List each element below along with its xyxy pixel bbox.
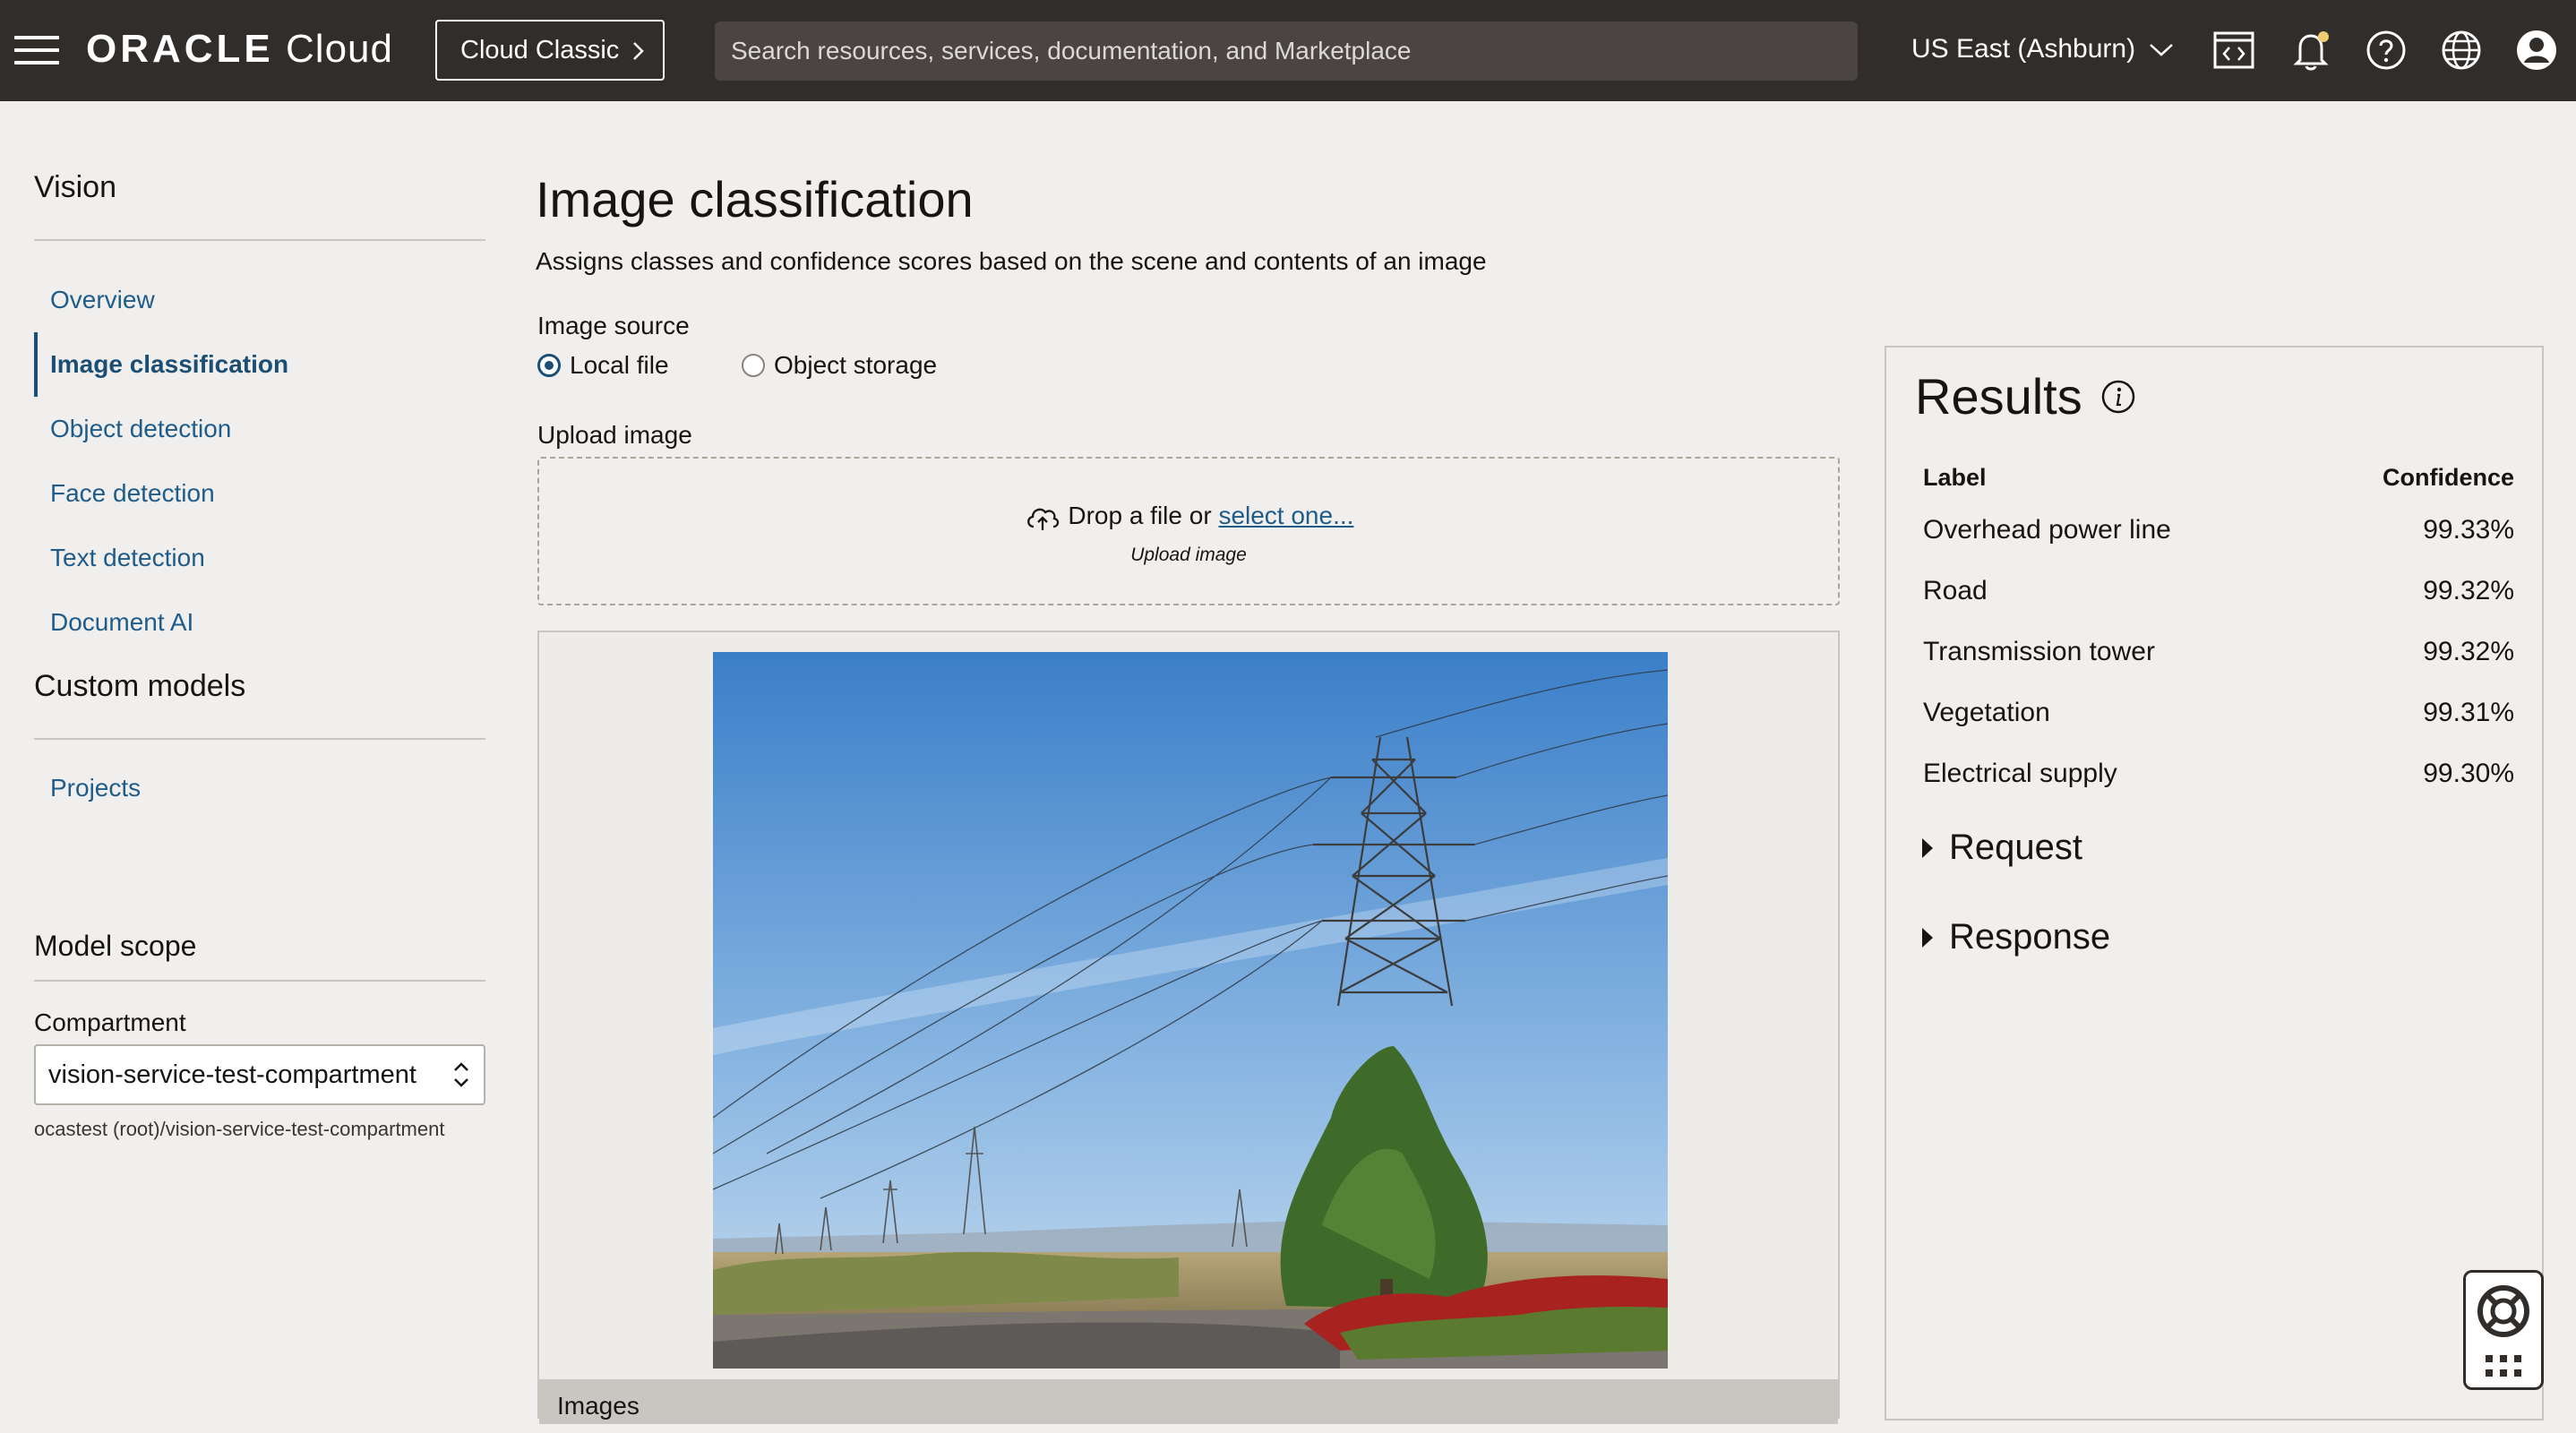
result-label: Transmission tower [1923,637,2155,666]
image-source-label: Image source [537,312,690,339]
region-label: US East (Ashburn) [1911,34,2136,64]
request-disclosure[interactable]: Request [1922,828,2082,868]
result-confidence: 99.32% [2423,637,2514,666]
top-header: ORACLE Cloud Cloud Classic US East (Ashb… [0,0,2576,101]
select-file-link[interactable]: select one... [1218,502,1353,529]
chevron-down-icon [2150,44,2174,56]
caret-right-icon [1922,837,1933,858]
grid-icon [2486,1355,2521,1377]
sidebar-item-face-detection[interactable]: Face detection [34,461,485,526]
file-dropzone[interactable]: Drop a file or select one... Upload imag… [537,457,1840,605]
result-confidence: 99.32% [2423,576,2514,605]
sidebar: Vision Overview Image classification Obj… [34,170,485,820]
result-label: Electrical supply [1923,759,2117,788]
radio-local-file[interactable]: Local file [537,351,669,380]
sidebar-item-object-detection[interactable]: Object detection [34,397,485,461]
sidebar-item-overview[interactable]: Overview [34,268,485,332]
radio-object-storage[interactable]: Object storage [742,351,937,380]
drop-label: Drop a file or [1068,502,1212,529]
user-icon[interactable] [2513,27,2560,73]
radio-label: Object storage [774,351,938,379]
sidebar-item-text-detection[interactable]: Text detection [34,526,485,590]
cloud-classic-label: Cloud Classic [460,36,620,64]
custom-models-heading: Custom models [34,669,246,703]
page-title: Image classification [536,171,974,227]
compartment-value: vision-service-test-compartment [48,1060,416,1089]
label-column-header: Label [1923,463,1987,491]
select-arrows-icon [454,1062,468,1087]
drop-subtext: Upload image [1130,545,1247,565]
upload-image-label: Upload image [537,421,692,449]
cloud-upload-icon [1026,508,1059,530]
table-row: Electrical supply 99.30% [1922,743,2515,804]
help-icon[interactable] [2363,27,2409,73]
brand-bold: ORACLE [86,27,274,71]
radio-button-selected[interactable] [537,354,561,377]
radio-button[interactable] [742,354,765,377]
bell-icon[interactable] [2288,27,2334,73]
response-disclosure[interactable]: Response [1922,917,2110,957]
sidebar-item-projects[interactable]: Projects [34,756,485,820]
lifebuoy-icon [2477,1285,2529,1337]
table-row: Overhead power line 99.33% [1922,500,2515,561]
chevron-right-icon [633,42,645,61]
request-label: Request [1949,828,2082,867]
page-description: Assigns classes and confidence scores ba… [536,247,1487,275]
response-label: Response [1949,917,2111,957]
menu-icon[interactable] [14,36,59,66]
sidebar-item-image-classification[interactable]: Image classification [34,332,485,397]
image-preview-panel: Images [537,631,1840,1424]
table-row: Road 99.32% [1922,561,2515,622]
region-selector[interactable]: US East (Ashburn) [1911,34,2175,64]
radio-label: Local file [570,351,669,379]
caret-right-icon [1922,927,1933,948]
results-panel: Results Label Confidence Overhead power … [1885,346,2544,1420]
compartment-select[interactable]: vision-service-test-compartment [34,1044,485,1105]
result-confidence: 99.30% [2423,759,2514,788]
oracle-cloud-logo[interactable]: ORACLE Cloud [86,27,393,72]
power-line-photo [713,652,1668,1369]
result-confidence: 99.33% [2423,515,2514,545]
drop-text: Drop a file or select one... [539,502,1838,532]
model-scope-title: Model scope [34,930,197,962]
info-icon[interactable] [2100,379,2136,415]
code-editor-icon[interactable] [2211,27,2257,73]
divider [34,239,485,241]
compartment-path: ocastest (root)/vision-service-test-comp… [34,1118,445,1140]
globe-icon[interactable] [2438,27,2485,73]
help-center-button[interactable] [2463,1270,2544,1390]
sidebar-heading: Vision [34,170,116,204]
images-tab[interactable]: Images [539,1379,1838,1424]
result-label: Overhead power line [1923,515,2171,545]
cloud-classic-button[interactable]: Cloud Classic [435,20,665,81]
table-row: Vegetation 99.31% [1922,682,2515,743]
results-title: Results [1915,367,2136,425]
compartment-label: Compartment [34,1008,186,1036]
results-title-text: Results [1915,368,2082,425]
confidence-column-header: Confidence [2382,463,2514,491]
results-table: Label Confidence Overhead power line 99.3… [1922,455,2515,804]
table-header-row: Label Confidence [1922,455,2515,500]
divider [34,980,485,982]
sidebar-item-document-ai[interactable]: Document AI [34,590,485,655]
brand-light: Cloud [286,27,393,71]
result-label: Road [1923,576,1988,605]
result-label: Vegetation [1923,698,2050,727]
search-input[interactable] [715,21,1858,81]
table-row: Transmission tower 99.32% [1922,622,2515,682]
result-confidence: 99.31% [2423,698,2514,727]
divider [34,738,485,740]
